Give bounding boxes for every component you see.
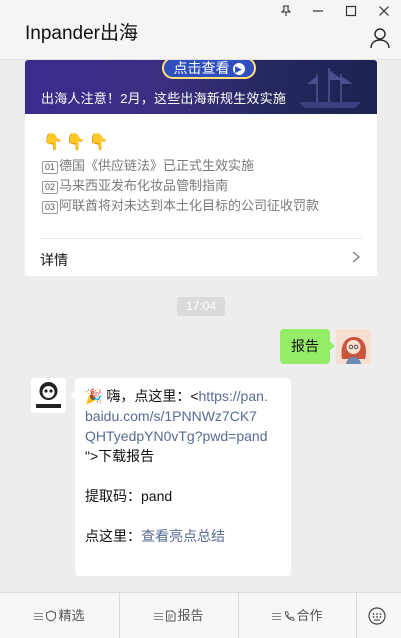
message-line: 点这里：查看亮点总结 [85,528,225,544]
chevron-right-icon[interactable] [351,252,361,262]
number-badge: 03 [42,201,58,214]
title-bar: Inpander出海 [0,0,401,60]
article-card[interactable]: 点击查看 ▶ 出海人注意！2月，这些出海新规生效实施 👇👇👇 01 德国《供应链法》… [25,60,377,276]
article-banner[interactable]: 点击查看 ▶ 出海人注意！2月，这些出海新规生效实施 [25,60,377,114]
download-link-cont[interactable]: QHTyedpYN0vTg?pwd=pand [85,426,281,446]
bottom-menu: 精选 报告 合作 [0,592,401,638]
extraction-code: 提取码：pand [85,488,173,504]
maximize-icon[interactable] [341,3,361,23]
download-link-cont[interactable]: baidu.com/s/1PNNWz7CK7 [85,406,281,426]
chat-title: Inpander出海 [25,23,139,44]
divider [356,593,357,638]
message-timestamp: 17:04 [177,297,225,316]
message-line: ">下载报告 [85,448,155,464]
number-badge: 02 [42,181,58,194]
profile-icon[interactable] [369,27,391,49]
shield-icon [46,610,57,622]
party-popper-icon: 🎉 [85,388,103,404]
divider [40,238,362,239]
sent-message-bubble[interactable]: 报告 [280,329,335,364]
close-icon[interactable] [374,3,394,23]
user-avatar[interactable] [336,329,371,364]
article-line-text: 马来西亚发布化妆品管制指南 [59,178,229,193]
menu-icon [34,613,44,620]
pointing-down-emoji: 👇👇👇 [43,134,112,151]
menu-icon [154,613,164,620]
message-line: 🎉 嗨，点这里：<https://pan. [85,388,268,404]
download-link[interactable]: https://pan. [199,388,268,404]
article-line-text: 德国《供应链法》已正式生效实施 [59,158,255,173]
number-badge: 01 [42,161,58,174]
arrow-right-icon: ▶ [232,63,245,75]
highlights-link[interactable]: 查看亮点总结 [141,528,225,544]
article-line: 02 马来西亚发布化妆品管制指南 [42,175,228,194]
pin-icon[interactable] [276,3,296,23]
keyboard-icon[interactable] [368,607,386,625]
official-account-avatar[interactable] [31,378,66,413]
menu-item-featured[interactable]: 精选 [0,593,119,638]
article-line-text: 阿联酋将对未达到本土化目标的公司征收罚款 [59,198,320,213]
article-line: 03 阿联酋将对未达到本土化目标的公司征收罚款 [42,195,319,214]
received-message-bubble: 🎉 嗨，点这里：<https://pan. baidu.com/s/1PNNWz… [70,378,291,576]
menu-icon [272,613,282,620]
minimize-icon[interactable] [308,3,328,23]
banner-button-label: 点击查看 [173,60,230,76]
document-icon [166,610,176,622]
article-line: 01 德国《供应链法》已正式生效实施 [42,155,254,174]
menu-item-cooperation[interactable]: 合作 [239,593,356,638]
phone-icon [285,610,296,621]
ship-illustration [299,68,361,108]
article-title: 出海人注意！2月，这些出海新规生效实施 [41,91,287,106]
banner-view-button[interactable]: 点击查看 ▶ [162,60,256,79]
details-link[interactable]: 详情 [40,250,68,270]
menu-item-report[interactable]: 报告 [120,593,238,638]
